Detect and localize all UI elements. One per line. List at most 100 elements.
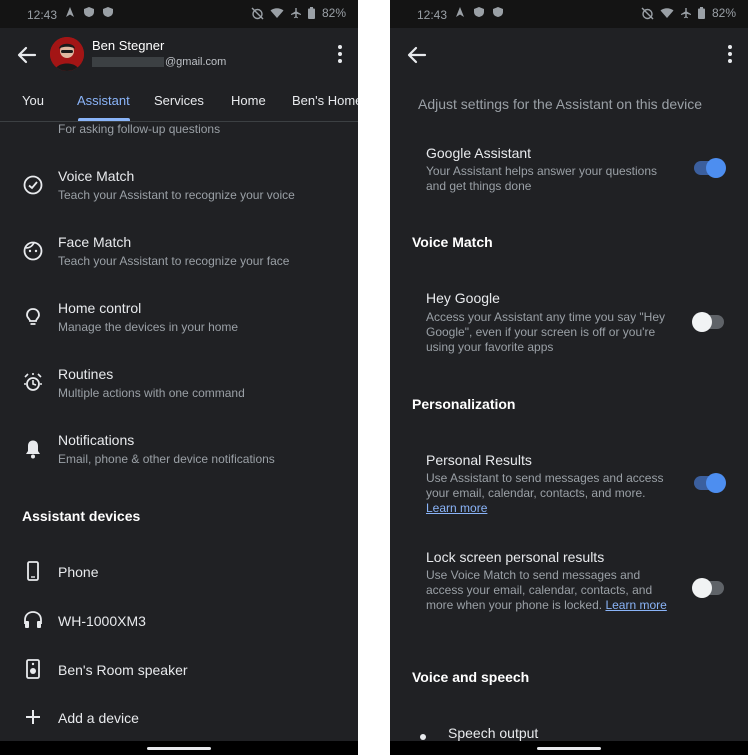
left-screen: 12:43 82% Ben Stegner @gmail.com You Ass… <box>0 0 358 755</box>
google-assistant-desc: Your Assistant helps answer your questio… <box>426 164 658 193</box>
speech-output-title: Speech output <box>448 725 539 741</box>
tab-services[interactable]: Services <box>154 93 204 108</box>
assistant-settings-list: For asking follow-up questions Voice Mat… <box>0 122 358 755</box>
shield-icon <box>84 7 94 17</box>
alarm-off-icon <box>641 7 654 19</box>
tab-bar: You Assistant Services Home Ben's Home <box>0 84 358 122</box>
personal-results-desc-text: Use Assistant to send messages and acces… <box>426 471 664 500</box>
battery-percent: 82% <box>321 6 346 20</box>
google-assistant-title: Google Assistant <box>426 145 532 161</box>
avatar-icon <box>50 37 84 71</box>
list-item-routines[interactable]: Routines Multiple actions with one comma… <box>0 362 358 422</box>
airplane-icon <box>290 8 301 19</box>
status-bar: 12:43 82% <box>390 0 748 28</box>
status-time: 12:43 <box>417 8 448 22</box>
personalization-header: Personalization <box>412 396 516 412</box>
headphones-icon <box>24 611 42 628</box>
add-device-label: Add a device <box>58 710 139 726</box>
settings-intro-text: Adjust settings for the Assistant on thi… <box>418 96 703 112</box>
navigation-arrow-icon <box>456 7 464 17</box>
voice-match-header: Voice Match <box>412 234 493 250</box>
lock-screen-desc: Use Voice Match to send messages and acc… <box>426 568 676 613</box>
hey-google-toggle[interactable] <box>692 312 724 332</box>
home-gesture-pill[interactable] <box>537 747 601 750</box>
plus-icon <box>26 710 40 724</box>
personal-results-title: Personal Results <box>426 452 532 468</box>
bell-icon <box>26 440 40 459</box>
shield-icon <box>474 7 484 17</box>
personal-results-learn-more-link[interactable]: Learn more <box>426 501 487 515</box>
routines-icon <box>24 373 42 391</box>
back-arrow-icon[interactable] <box>406 44 428 66</box>
wifi-icon <box>270 8 284 18</box>
airplane-icon <box>680 8 691 19</box>
list-item-home-control[interactable]: Home control Manage the devices in your … <box>0 296 358 356</box>
tab-home[interactable]: Home <box>231 93 266 108</box>
app-bar: Ben Stegner @gmail.com <box>0 28 358 80</box>
alarm-off-icon <box>251 7 264 19</box>
tab-assistant[interactable]: Assistant <box>77 93 130 108</box>
account-name: Ben Stegner <box>92 38 165 53</box>
device-phone-label: Phone <box>58 564 99 580</box>
shield-icon <box>103 7 113 17</box>
continued-conversation-subtitle: For asking follow-up questions <box>58 122 221 136</box>
device-item-headphones[interactable]: WH-1000XM3 <box>0 601 358 645</box>
shield-icon <box>493 7 503 17</box>
home-control-title: Home control <box>58 300 142 316</box>
device-item-phone[interactable]: Phone <box>0 552 358 596</box>
list-item-notifications[interactable]: Notifications Email, phone & other devic… <box>0 428 358 488</box>
gesture-nav-bar <box>390 741 748 755</box>
account-email-suffix: @gmail.com <box>165 56 227 68</box>
status-bar: 12:43 82% <box>0 0 358 28</box>
voice-and-speech-header: Voice and speech <box>412 669 530 685</box>
face-match-icon <box>23 241 43 261</box>
back-arrow-icon[interactable] <box>16 44 38 66</box>
lock-screen-learn-more-link[interactable]: Learn more <box>605 598 666 612</box>
face-match-subtitle: Teach your Assistant to recognize your f… <box>58 254 290 268</box>
home-gesture-pill[interactable] <box>147 747 211 750</box>
navigation-arrow-icon <box>66 7 74 17</box>
list-item-face-match[interactable]: Face Match Teach your Assistant to recog… <box>0 230 358 290</box>
status-time: 12:43 <box>27 8 58 22</box>
gesture-nav-bar <box>0 741 358 755</box>
notifications-title: Notifications <box>58 432 135 448</box>
personal-results-desc: Use Assistant to send messages and acces… <box>426 471 676 516</box>
hey-google-desc: Access your Assistant any time you say "… <box>426 310 666 354</box>
phone-icon <box>27 561 39 581</box>
routines-subtitle: Multiple actions with one command <box>58 386 245 400</box>
device-speaker-label: Ben's Room speaker <box>58 662 188 678</box>
voice-match-title: Voice Match <box>58 168 135 184</box>
device-item-speaker[interactable]: Ben's Room speaker <box>0 650 358 694</box>
tab-you[interactable]: You <box>22 93 44 108</box>
voice-match-subtitle: Teach your Assistant to recognize your v… <box>58 188 295 202</box>
lock-screen-title: Lock screen personal results <box>426 549 605 565</box>
email-redaction <box>92 57 164 68</box>
app-bar <box>390 28 748 80</box>
hey-google-title: Hey Google <box>426 290 500 306</box>
assistant-devices-header: Assistant devices <box>22 508 141 524</box>
tab-bens-home[interactable]: Ben's Home <box>292 93 358 108</box>
speaker-icon <box>26 659 40 679</box>
active-tab-indicator <box>78 118 130 121</box>
notifications-subtitle: Email, phone & other device notification… <box>58 452 275 466</box>
battery-icon <box>307 7 315 19</box>
wifi-icon <box>660 8 674 18</box>
account-email: @gmail.com <box>92 56 226 68</box>
voice-match-icon <box>23 175 43 195</box>
avatar[interactable] <box>50 37 84 71</box>
bullet-dot-icon <box>420 734 426 740</box>
device-headphones-label: WH-1000XM3 <box>58 613 146 629</box>
battery-icon <box>697 7 705 19</box>
more-options-icon[interactable] <box>336 44 344 64</box>
add-device-button[interactable]: Add a device <box>0 698 358 742</box>
face-match-title: Face Match <box>58 234 132 250</box>
lock-screen-toggle[interactable] <box>692 578 724 598</box>
personal-results-toggle[interactable] <box>694 473 726 493</box>
list-item-voice-match[interactable]: Voice Match Teach your Assistant to reco… <box>0 164 358 224</box>
home-control-subtitle: Manage the devices in your home <box>58 320 239 334</box>
lightbulb-icon <box>26 308 40 325</box>
google-assistant-toggle[interactable] <box>694 158 726 178</box>
right-screen: 12:43 82% Adjust settings for the Assist… <box>390 0 748 755</box>
more-options-icon[interactable] <box>726 44 734 64</box>
routines-title: Routines <box>58 366 114 382</box>
